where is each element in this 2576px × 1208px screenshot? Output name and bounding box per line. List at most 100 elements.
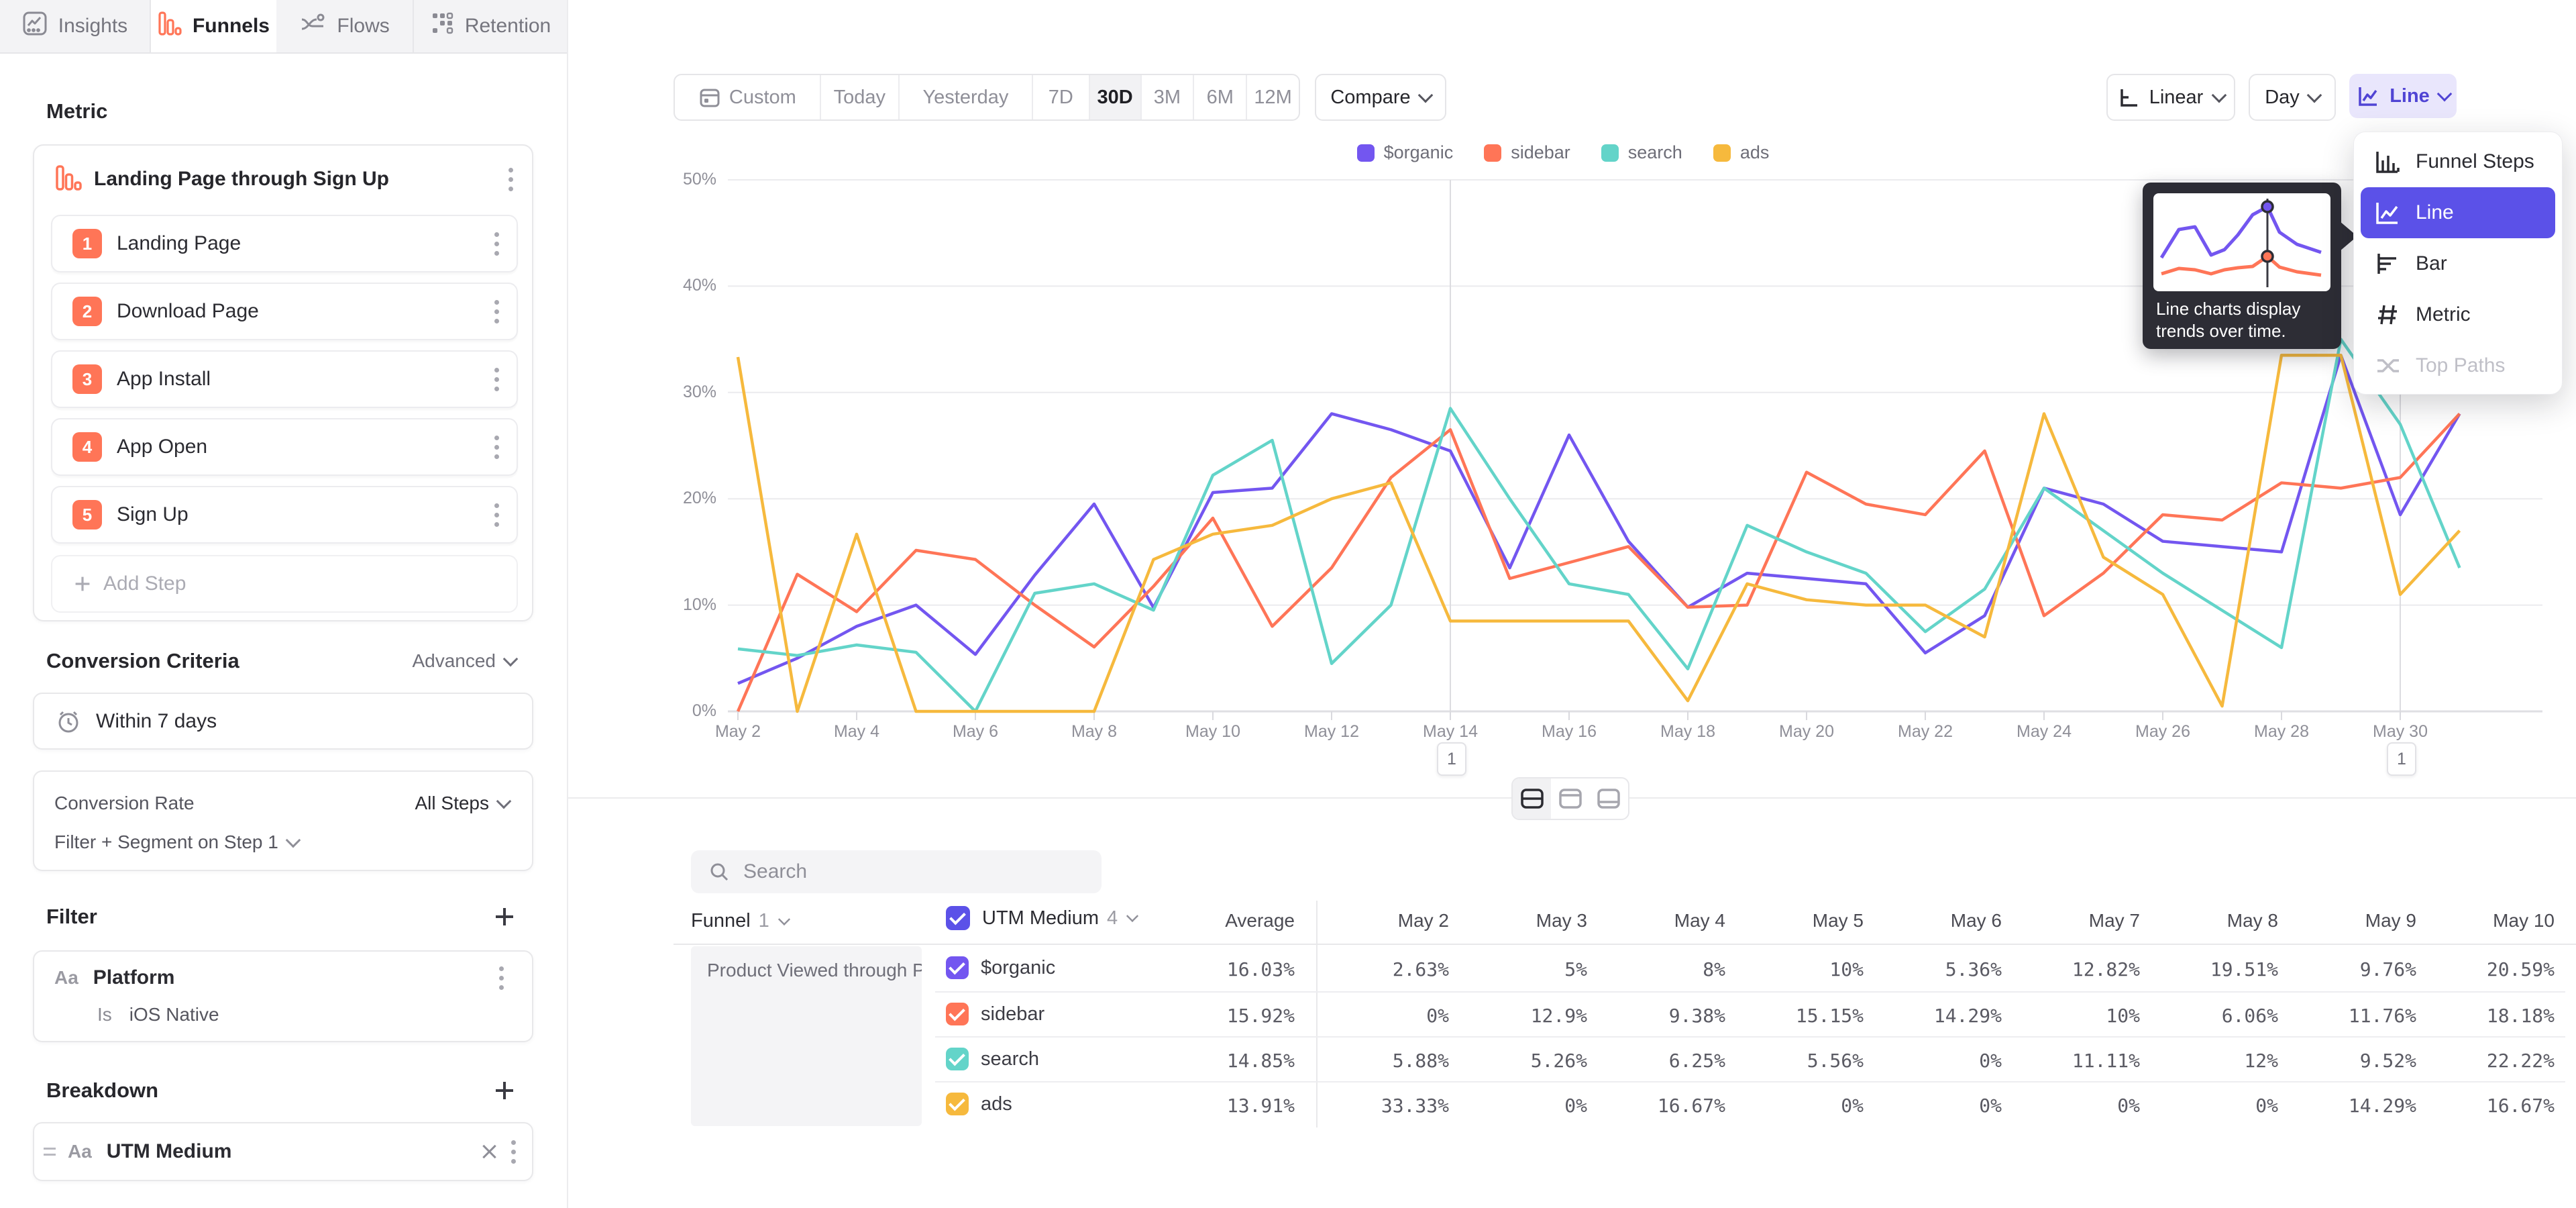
legend-item-search[interactable]: search [1601, 142, 1682, 163]
all-steps-dropdown[interactable]: All Steps [415, 793, 510, 814]
filter-segment-dropdown[interactable]: Filter + Segment on Step 1 [54, 832, 278, 853]
step-label: Landing Page [117, 232, 489, 255]
tab-insights[interactable]: Insights [0, 0, 151, 52]
date-range-today[interactable]: Today [821, 75, 900, 119]
x-axis-label: May 16 [1515, 722, 1623, 742]
row-checkbox[interactable] [946, 1003, 969, 1025]
step-kebab-menu[interactable] [489, 430, 504, 464]
advanced-dropdown[interactable]: Advanced [412, 650, 516, 672]
tab-flows[interactable]: Flows [276, 0, 414, 52]
conversion-window-card[interactable]: Within 7 days [33, 693, 533, 750]
funnel-kebab-menu[interactable] [503, 162, 519, 197]
breakdown-column-header[interactable]: UTM Medium 4 [946, 906, 1138, 930]
split-view-toggle[interactable] [1513, 778, 1551, 819]
chart-type-dropdown[interactable]: Line [2349, 74, 2457, 118]
day-column-header[interactable]: May 8 [2144, 910, 2278, 932]
add-step-button[interactable]: Add Step [51, 555, 518, 613]
day-column-header[interactable]: May 3 [1453, 910, 1587, 932]
x-axis-label: May 22 [1872, 722, 1979, 742]
tab-label: Retention [465, 15, 551, 38]
row-value: 11.11% [2006, 1050, 2140, 1072]
step-kebab-menu[interactable] [489, 295, 504, 329]
legend-item-organic[interactable]: $organic [1357, 142, 1454, 163]
day-column-header[interactable]: May 6 [1868, 910, 2002, 932]
chart-only-view-toggle[interactable] [1551, 778, 1589, 819]
funnel-name-cell[interactable]: Product Viewed through P... [691, 946, 922, 1126]
table-row-search[interactable]: search14.85%5.88%5.26%6.25%5.56%0%11.11%… [935, 1036, 2565, 1083]
add-breakdown-button[interactable] [493, 1079, 516, 1102]
row-checkbox[interactable] [946, 1093, 969, 1115]
filter-card-platform[interactable]: Aa Platform Is iOS Native [33, 950, 533, 1042]
select-all-checkbox[interactable] [946, 906, 970, 930]
legend-item-ads[interactable]: ads [1713, 142, 1770, 163]
funnel-step-4[interactable]: 4App Open [51, 418, 518, 476]
menu-item-label: Top Paths [2416, 354, 2505, 377]
step-label: Sign Up [117, 503, 489, 526]
row-checkbox[interactable] [946, 956, 969, 979]
legend-label: sidebar [1511, 142, 1570, 163]
scale-dropdown[interactable]: Linear [2106, 74, 2235, 121]
filter-value[interactable]: iOS Native [129, 1004, 219, 1025]
date-range-7d[interactable]: 7D [1033, 75, 1090, 119]
day-column-header[interactable]: May 9 [2282, 910, 2416, 932]
legend-label: search [1628, 142, 1682, 163]
menu-item-funnel-steps[interactable]: Funnel Steps [2361, 136, 2555, 187]
menu-item-label: Funnel Steps [2416, 150, 2534, 173]
drag-handle-icon[interactable] [44, 1148, 56, 1156]
report-type-tabs: InsightsFunnelsFlows Retention [0, 0, 567, 54]
legend-item-sidebar[interactable]: sidebar [1484, 142, 1570, 163]
search-input[interactable] [742, 860, 1067, 884]
day-column-header[interactable]: May 10 [2420, 910, 2555, 932]
tab-retention[interactable]: Retention [414, 0, 567, 52]
filter-kebab-menu[interactable] [494, 961, 509, 995]
menu-item-bar[interactable]: Bar [2361, 238, 2555, 289]
step-kebab-menu[interactable] [489, 227, 504, 261]
compare-button[interactable]: Compare [1315, 74, 1446, 121]
menu-item-label: Metric [2416, 303, 2471, 326]
table-row-ads[interactable]: ads13.91%33.33%0%16.67%0%0%0%0%14.29%16.… [935, 1081, 2565, 1127]
step-kebab-menu[interactable] [489, 362, 504, 397]
day-column-header[interactable]: May 5 [1729, 910, 1864, 932]
funnel-step-5[interactable]: 5Sign Up [51, 486, 518, 544]
retention-icon [430, 11, 454, 42]
row-name: search [981, 1048, 1039, 1070]
date-range-6m[interactable]: 6M [1194, 75, 1247, 119]
row-checkbox[interactable] [946, 1048, 969, 1070]
breakdown-card-utm-medium[interactable]: Aa UTM Medium [33, 1122, 533, 1181]
row-value: 5% [1453, 958, 1587, 980]
average-column-header[interactable]: Average [1161, 910, 1295, 932]
funnel-step-2[interactable]: 2Download Page [51, 283, 518, 340]
breakdown-kebab-menu[interactable] [506, 1135, 521, 1169]
day-column-header[interactable]: May 4 [1591, 910, 1725, 932]
step-kebab-menu[interactable] [489, 498, 504, 532]
funnel-step-1[interactable]: 1Landing Page [51, 215, 518, 272]
date-range-custom[interactable]: Custom [675, 75, 821, 119]
funnel-step-3[interactable]: 3App Install [51, 350, 518, 408]
x-axis-label: May 18 [1634, 722, 1741, 742]
annotation-badge[interactable]: 1 [1437, 742, 1466, 776]
day-column-header[interactable]: May 2 [1315, 910, 1449, 932]
remove-breakdown-icon[interactable] [479, 1142, 499, 1162]
date-range-30d[interactable]: 30D [1090, 75, 1142, 119]
day-column-header[interactable]: May 7 [2006, 910, 2140, 932]
tab-funnels[interactable]: Funnels [151, 0, 276, 52]
date-range-3m[interactable]: 3M [1142, 75, 1195, 119]
table-row-organic[interactable]: $organic16.03%2.63%5%8%10%5.36%12.82%19.… [935, 946, 2565, 991]
interval-dropdown[interactable]: Day [2249, 74, 2336, 121]
date-range-yesterday[interactable]: Yesterday [900, 75, 1033, 119]
table-row-sidebar[interactable]: sidebar15.92%0%12.9%9.38%15.15%14.29%10%… [935, 991, 2565, 1038]
menu-item-metric[interactable]: Metric [2361, 289, 2555, 340]
filter-operator[interactable]: Is [97, 1004, 112, 1025]
funnel-column-header[interactable]: Funnel 1 [691, 910, 790, 932]
chart-type-menu: Funnel Steps LineBar Metric Top Paths [2353, 132, 2563, 395]
series-line-ads [738, 355, 2460, 711]
date-range-control: CustomTodayYesterday7D30D3M6M12M [674, 74, 1300, 121]
conversion-criteria-heading: Conversion Criteria [46, 649, 239, 673]
funnel-metric-header[interactable]: Landing Page through Sign Up [34, 146, 532, 213]
menu-item-line[interactable]: Line [2361, 187, 2555, 238]
row-name: ads [981, 1093, 1012, 1115]
date-range-12m[interactable]: 12M [1247, 75, 1299, 119]
row-value: 6.06% [2144, 1005, 2278, 1027]
table-only-view-toggle[interactable] [1590, 778, 1628, 819]
annotation-badge[interactable]: 1 [2387, 742, 2416, 776]
